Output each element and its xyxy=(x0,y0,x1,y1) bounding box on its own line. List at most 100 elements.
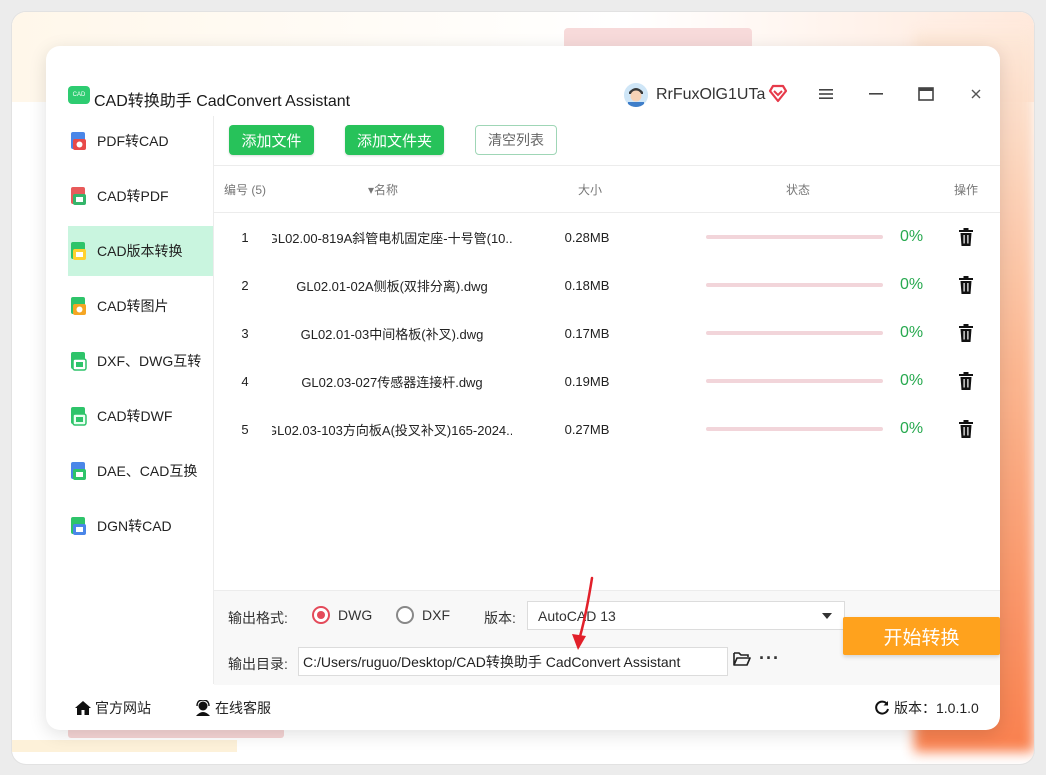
app-window: CAD CAD转换助手 CadConvert Assistant RrFuxOl… xyxy=(46,46,1000,730)
output-format-label: 输出格式: xyxy=(228,610,288,626)
radio-unselected-icon xyxy=(396,606,414,624)
delete-button[interactable] xyxy=(956,309,976,357)
vip-diamond-icon[interactable] xyxy=(768,83,788,106)
radio-selected-icon xyxy=(312,606,330,624)
row-percent: 0% xyxy=(900,276,924,293)
row-percent: 0% xyxy=(900,324,924,341)
row-percent: 0% xyxy=(900,228,924,245)
row-file-name: GL02.01-03中间格板(补叉).dwg xyxy=(300,326,484,342)
row-file-size: 0.17MB xyxy=(564,325,610,341)
sidebar-item-dxf-dwg[interactable]: DXF、DWG互转 xyxy=(68,336,214,386)
sidebar-item-cad-version[interactable]: CAD版本转换 xyxy=(68,226,214,276)
footer: 官方网站 在线客服 版本：1.0.1.0 xyxy=(68,684,1000,730)
output-dir-input[interactable]: C:/Users/ruguo/Desktop/CAD转换助手 CadConver… xyxy=(298,647,728,676)
sidebar-item-cad-to-pdf[interactable]: CAD转PDF xyxy=(68,171,214,221)
trash-icon xyxy=(959,420,973,438)
row-file-name: GL02.03-027传感器连接杆.dwg xyxy=(301,374,483,390)
close-button[interactable] xyxy=(962,82,990,106)
radio-label: DWG xyxy=(338,607,373,623)
trash-icon xyxy=(959,324,973,342)
output-settings-panel: 输出格式: DWG DXF 版本: AutoCAD 13 输出目录: C:/Us… xyxy=(214,591,1000,685)
cad-to-pdf-icon xyxy=(71,187,86,205)
sidebar-item-label: CAD版本转换 xyxy=(97,243,183,259)
sidebar-item-label: CAD转DWF xyxy=(97,408,173,424)
sidebar-item-label: CAD转图片 xyxy=(97,298,169,314)
row-file-size: 0.28MB xyxy=(564,229,610,245)
sidebar-item-label: DAE、CAD互换 xyxy=(97,463,198,479)
dgn-to-cad-icon xyxy=(71,517,86,535)
add-file-button[interactable]: 添加文件 xyxy=(229,125,314,155)
refresh-icon xyxy=(875,700,889,715)
sidebar-item-dgn-to-cad[interactable]: DGN转CAD xyxy=(68,501,214,551)
pdf-to-cad-icon xyxy=(71,132,86,150)
row-progress-bar xyxy=(706,261,883,309)
trash-icon xyxy=(959,276,973,294)
table-row[interactable]: 5 GL02.03-103方向板A(投叉补叉)165-2024... 0.27M… xyxy=(214,405,1000,453)
user-avatar[interactable] xyxy=(624,83,648,107)
version-label: 版本: xyxy=(484,610,516,626)
header-index[interactable]: 编号 (5) xyxy=(224,181,266,198)
add-folder-button[interactable]: 添加文件夹 xyxy=(345,125,444,155)
clear-list-button[interactable]: 清空列表 xyxy=(475,125,557,155)
header-status: 状态 xyxy=(786,183,811,197)
row-progress-bar xyxy=(706,357,883,405)
title-bar: CAD CAD转换助手 CadConvert Assistant RrFuxOl… xyxy=(46,46,1000,114)
online-support-link[interactable]: 在线客服 xyxy=(194,698,271,718)
header-name[interactable]: ▾名称 xyxy=(368,181,398,198)
online-support-label: 在线客服 xyxy=(215,700,271,716)
version-info: 版本：1.0.1.0 xyxy=(874,698,979,718)
row-percent: 0% xyxy=(900,372,924,389)
maximize-icon xyxy=(918,87,934,101)
sidebar-item-pdf-to-cad[interactable]: PDF转CAD xyxy=(68,116,214,166)
row-progress-bar xyxy=(706,309,883,357)
cad-to-image-icon xyxy=(71,297,86,315)
table-row[interactable]: 4 GL02.03-027传感器连接杆.dwg 0.19MB 0% xyxy=(214,357,1000,405)
table-row[interactable]: 2 GL02.01-02A侧板(双排分离).dwg 0.18MB 0% xyxy=(214,261,1000,309)
delete-button[interactable] xyxy=(956,357,976,405)
app-title: CAD转换助手 CadConvert Assistant xyxy=(94,93,351,110)
format-radio-dxf[interactable]: DXF xyxy=(396,606,450,624)
minimize-button[interactable] xyxy=(862,82,890,106)
output-dir-label: 输出目录: xyxy=(228,656,288,672)
row-file-size: 0.19MB xyxy=(564,373,610,389)
username[interactable]: RrFuxOlG1UTa xyxy=(656,86,765,104)
row-percent: 0% xyxy=(900,420,924,437)
menu-button[interactable] xyxy=(812,82,840,106)
cad-version-icon xyxy=(71,242,86,260)
row-file-name: GL02.00-819A斜管电机固定座-十号管(10... xyxy=(272,230,512,246)
maximize-button[interactable] xyxy=(912,82,940,106)
background-yellow-strip xyxy=(12,740,237,752)
sidebar-item-cad-to-image[interactable]: CAD转图片 xyxy=(68,281,214,331)
more-options-icon[interactable]: ··· xyxy=(759,648,780,669)
delete-button[interactable] xyxy=(956,405,976,453)
sidebar-item-cad-to-dwf[interactable]: CAD转DWF xyxy=(68,391,214,441)
row-file-name: GL02.03-103方向板A(投叉补叉)165-2024... xyxy=(272,422,512,438)
folder-open-icon[interactable] xyxy=(733,651,751,667)
header-size[interactable]: 大小 xyxy=(578,181,602,198)
dropdown-arrow-icon xyxy=(822,613,832,619)
row-index: 5 xyxy=(241,421,249,437)
cad-to-dwf-icon xyxy=(71,407,87,426)
start-convert-button[interactable]: 开始转换 xyxy=(843,617,1000,655)
row-progress-bar xyxy=(706,213,883,261)
customer-service-icon xyxy=(196,700,210,716)
sidebar-item-label: DGN转CAD xyxy=(97,518,172,534)
row-file-size: 0.27MB xyxy=(564,421,610,437)
row-file-size: 0.18MB xyxy=(564,277,610,293)
official-website-link[interactable]: 官方网站 xyxy=(74,698,151,718)
trash-icon xyxy=(959,372,973,390)
sidebar-item-label: PDF转CAD xyxy=(97,133,169,149)
row-file-name: GL02.01-02A侧板(双排分离).dwg xyxy=(296,278,488,294)
home-icon xyxy=(75,701,91,715)
format-radio-dwg[interactable]: DWG xyxy=(312,606,372,624)
table-row[interactable]: 1 GL02.00-819A斜管电机固定座-十号管(10... 0.28MB 0… xyxy=(214,213,1000,261)
sidebar-item-label: DXF、DWG互转 xyxy=(97,353,202,369)
delete-button[interactable] xyxy=(956,261,976,309)
table-row[interactable]: 3 GL02.01-03中间格板(补叉).dwg 0.17MB 0% xyxy=(214,309,1000,357)
sidebar-item-dae-cad[interactable]: DAE、CAD互换 xyxy=(68,446,214,496)
delete-button[interactable] xyxy=(956,213,976,261)
sidebar-item-label: CAD转PDF xyxy=(97,188,169,204)
row-index: 2 xyxy=(241,277,249,293)
row-index: 1 xyxy=(241,229,249,245)
toolbar: 添加文件 添加文件夹 清空列表 xyxy=(214,116,1000,166)
